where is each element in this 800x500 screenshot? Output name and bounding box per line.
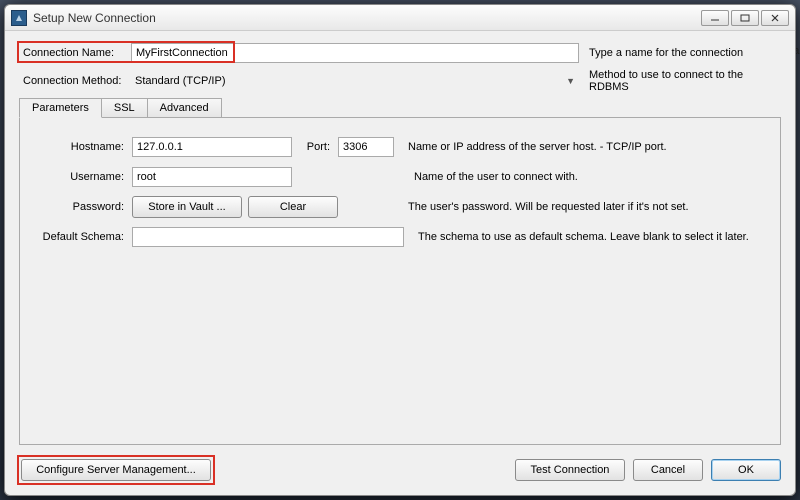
tab-bar: Parameters SSL Advanced — [19, 97, 781, 117]
tab-parameters[interactable]: Parameters — [19, 98, 102, 118]
tab-ssl[interactable]: SSL — [101, 98, 148, 118]
close-button[interactable] — [761, 10, 789, 26]
hostname-row: Hostname: Port: Name or IP address of th… — [32, 132, 768, 162]
default-schema-row: Default Schema: The schema to use as def… — [32, 222, 768, 252]
hostname-input[interactable] — [132, 137, 292, 157]
maximize-button[interactable] — [731, 10, 759, 26]
ok-button[interactable]: OK — [711, 459, 781, 481]
configure-highlight: Configure Server Management... — [19, 457, 213, 483]
chevron-down-icon: ▼ — [566, 76, 575, 86]
hostname-label: Hostname: — [32, 141, 132, 153]
content-area: Connection Name: Type a name for the con… — [5, 31, 795, 449]
minimize-button[interactable] — [701, 10, 729, 26]
clear-password-button[interactable]: Clear — [248, 196, 338, 218]
username-help: Name of the user to connect with. — [414, 171, 578, 183]
connection-method-value: Standard (TCP/IP) — [135, 75, 225, 87]
username-label: Username: — [32, 171, 132, 183]
footer: Configure Server Management... Test Conn… — [5, 449, 795, 495]
connection-method-label: Connection Method: — [19, 75, 131, 87]
dialog-window: Setup New Connection Connection Name: Ty… — [4, 4, 796, 496]
connection-method-help: Method to use to connect to the RDBMS — [589, 69, 781, 93]
configure-server-management-button[interactable]: Configure Server Management... — [21, 459, 211, 481]
panel-spacer — [32, 252, 768, 436]
default-schema-label: Default Schema: — [32, 231, 132, 243]
tab-panel-parameters: Hostname: Port: Name or IP address of th… — [19, 117, 781, 445]
password-row: Password: Store in Vault ... Clear The u… — [32, 192, 768, 222]
connection-name-row: Connection Name: Type a name for the con… — [19, 41, 781, 65]
username-row: Username: Name of the user to connect wi… — [32, 162, 768, 192]
default-schema-help: The schema to use as default schema. Lea… — [418, 231, 749, 243]
default-schema-input[interactable] — [132, 227, 404, 247]
connection-method-dropdown[interactable]: Standard (TCP/IP) ▼ — [131, 71, 579, 91]
connection-name-input[interactable] — [131, 43, 579, 63]
test-connection-button[interactable]: Test Connection — [515, 459, 625, 481]
password-label: Password: — [32, 201, 132, 213]
connection-method-row: Connection Method: Standard (TCP/IP) ▼ M… — [19, 69, 781, 93]
cancel-button[interactable]: Cancel — [633, 459, 703, 481]
titlebar: Setup New Connection — [5, 5, 795, 31]
tab-advanced[interactable]: Advanced — [147, 98, 222, 118]
connection-name-help: Type a name for the connection — [589, 47, 781, 59]
connection-name-label: Connection Name: — [19, 47, 131, 59]
store-in-vault-button[interactable]: Store in Vault ... — [132, 196, 242, 218]
port-input[interactable] — [338, 137, 394, 157]
hostname-help: Name or IP address of the server host. -… — [408, 141, 667, 153]
window-controls — [701, 10, 789, 26]
password-help: The user's password. Will be requested l… — [408, 201, 689, 213]
port-label: Port: — [292, 141, 338, 153]
username-input[interactable] — [132, 167, 292, 187]
window-title: Setup New Connection — [33, 11, 701, 25]
app-icon — [11, 10, 27, 26]
